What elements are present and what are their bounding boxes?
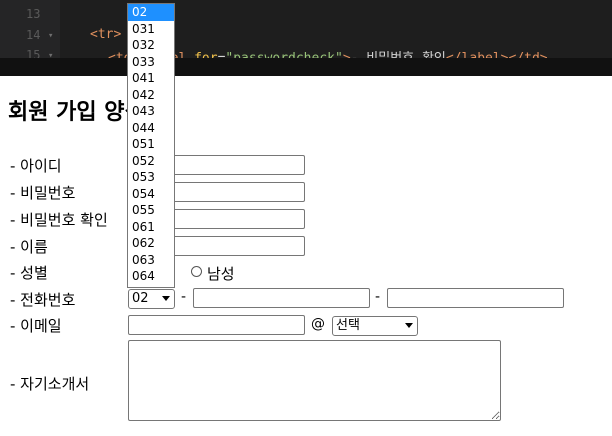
dropdown-option[interactable]: 033 (128, 54, 174, 71)
phone-prefix-dropdown-list[interactable]: 02 031 032 033 041 042 043 044 051 052 0… (127, 3, 175, 288)
chevron-down-icon (405, 323, 413, 328)
label-id: - 아이디 (10, 157, 62, 175)
email-id-input[interactable] (128, 315, 305, 335)
intro-textarea[interactable] (128, 340, 501, 421)
dropdown-option[interactable]: 043 (128, 103, 174, 120)
dropdown-option[interactable]: 054 (128, 186, 174, 203)
dropdown-option[interactable]: 041 (128, 70, 174, 87)
phone-middle-input[interactable] (193, 288, 370, 308)
editor-bottom-bar (0, 58, 612, 76)
page-title: 회원 가입 양식 (8, 100, 145, 125)
dropdown-option[interactable]: 044 (128, 120, 174, 137)
dropdown-option[interactable]: 055 (128, 202, 174, 219)
label-intro: - 자기소개서 (10, 375, 90, 393)
label-phone: - 전화번호 (10, 291, 76, 309)
dropdown-option[interactable]: 042 (128, 87, 174, 104)
dropdown-option[interactable]: 061 (128, 219, 174, 236)
dropdown-option[interactable]: 032 (128, 37, 174, 54)
fold-chevron-icon[interactable]: ▾ (48, 31, 53, 41)
gender-male-label: 남성 (207, 265, 235, 283)
label-password-check: - 비밀번호 확인 (10, 211, 108, 229)
phone-prefix-select[interactable]: 02 (128, 289, 175, 309)
label-name: - 이름 (10, 238, 48, 256)
phone-dash: - (375, 289, 381, 305)
line-number: 14 (26, 28, 41, 42)
email-at-sign: @ (311, 316, 325, 332)
email-domain-value: 선택 (336, 318, 360, 333)
phone-prefix-value: 02 (132, 291, 149, 306)
code-line-14: <tr> (90, 27, 122, 42)
line-number: 13 (26, 7, 41, 21)
dropdown-option[interactable]: 064 (128, 268, 174, 285)
dropdown-option[interactable]: 051 (128, 136, 174, 153)
phone-dash: - (181, 289, 187, 305)
chevron-down-icon (162, 296, 170, 301)
phone-last-input[interactable] (387, 288, 564, 308)
label-gender: - 성별 (10, 264, 48, 282)
dropdown-option[interactable]: 031 (128, 21, 174, 38)
label-email: - 이메일 (10, 317, 62, 335)
dropdown-option[interactable]: 062 (128, 235, 174, 252)
code-editor: 13 14 15 ▾ ▾ <tr> <td><label for="passwo… (0, 0, 612, 62)
email-domain-select[interactable]: 선택 (332, 316, 418, 336)
dropdown-option[interactable]: 053 (128, 169, 174, 186)
dropdown-option[interactable]: 052 (128, 153, 174, 170)
dropdown-option[interactable]: 02 (128, 4, 174, 21)
label-password: - 비밀번호 (10, 184, 76, 202)
dropdown-option[interactable]: 063 (128, 252, 174, 269)
gender-male-radio[interactable] (191, 266, 202, 277)
